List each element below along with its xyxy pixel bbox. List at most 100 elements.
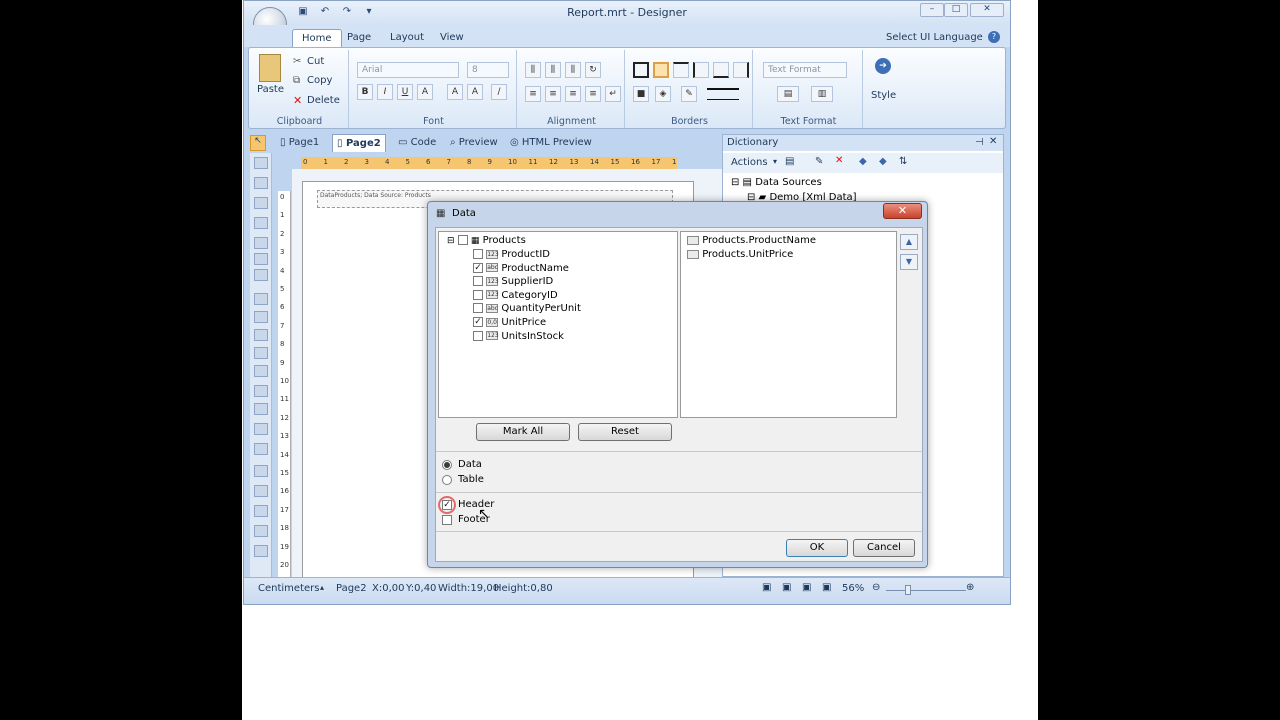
top-border-icon[interactable] xyxy=(673,62,689,78)
border-style-icon[interactable] xyxy=(707,88,739,100)
align-right-icon[interactable]: ≡ xyxy=(565,86,581,102)
field-checkbox[interactable] xyxy=(473,289,483,300)
tree-data-sources[interactable]: ⊟ ▤ Data Sources xyxy=(731,177,822,188)
justify-icon[interactable]: ≡ xyxy=(585,86,601,102)
toolbox-item-icon[interactable] xyxy=(254,347,268,359)
dialog-close-button[interactable]: ✕ xyxy=(883,203,922,219)
clear-format-icon[interactable]: ∕ xyxy=(491,84,507,100)
tab-page2[interactable]: ▯ Page2 xyxy=(332,134,386,152)
fill-color-icon[interactable]: ◈ xyxy=(655,86,671,102)
field-row[interactable]: 123 CategoryID xyxy=(473,289,558,303)
toolbox-item-icon[interactable] xyxy=(254,293,268,305)
format-icon[interactable]: ▤ xyxy=(777,86,799,102)
tab-layout[interactable]: Layout xyxy=(381,29,433,47)
units-dropdown-icon[interactable]: ▴ xyxy=(320,583,324,592)
toolbox-item-icon[interactable] xyxy=(254,545,268,557)
move-up-button[interactable]: ▲ xyxy=(900,234,918,250)
new-item-icon[interactable]: ▤ xyxy=(785,156,794,167)
save-icon[interactable]: ▣ xyxy=(296,6,310,20)
field-checkbox[interactable]: ✓ xyxy=(473,262,483,273)
dictionary-bottom-tab[interactable]: ree xyxy=(929,561,945,572)
tab-code[interactable]: ▭ Code xyxy=(394,134,440,152)
word-wrap-icon[interactable]: ↵ xyxy=(605,86,621,102)
close-panel-icon[interactable]: ✕ xyxy=(989,136,997,147)
toolbox-item-icon[interactable] xyxy=(254,329,268,341)
select-tool-icon[interactable]: ↖ xyxy=(250,135,266,151)
toolbox-item-icon[interactable] xyxy=(254,157,268,169)
field-row[interactable]: 123 ProductID xyxy=(473,249,550,262)
edit-icon[interactable]: ✎ xyxy=(815,156,823,167)
tab-preview[interactable]: ⌕ Preview xyxy=(446,134,502,152)
actions-menu[interactable]: Actions xyxy=(731,157,768,168)
collapse-icon[interactable]: ⊟ xyxy=(447,236,455,246)
close-window-button[interactable]: ✕ xyxy=(970,3,1004,17)
italic-icon[interactable]: I xyxy=(377,84,393,100)
undo-icon[interactable]: ↶ xyxy=(318,6,332,20)
toolbox-item-icon[interactable] xyxy=(254,177,268,189)
radio-data[interactable] xyxy=(442,460,452,470)
cancel-button[interactable]: Cancel xyxy=(853,539,915,557)
toolbox-item-icon[interactable] xyxy=(254,505,268,517)
shrink-font-icon[interactable]: A xyxy=(467,84,483,100)
zoom-slider[interactable] xyxy=(886,590,966,591)
toolbox-item-icon[interactable] xyxy=(254,423,268,435)
field-row[interactable]: 123 SupplierID xyxy=(473,276,553,289)
toolbox-item-icon[interactable] xyxy=(254,365,268,377)
font-color-icon[interactable]: A xyxy=(417,84,433,100)
field-checkbox[interactable] xyxy=(473,249,483,259)
toolbox-item-icon[interactable] xyxy=(254,197,268,209)
field-row[interactable]: 123 UnitsInStock xyxy=(473,330,564,344)
align-middle-icon[interactable]: ⫼ xyxy=(545,62,561,78)
border-color-icon[interactable]: ✎ xyxy=(681,86,697,102)
move-down-button[interactable]: ▼ xyxy=(900,254,918,270)
zoom-slider-thumb[interactable] xyxy=(905,585,911,595)
left-border-icon[interactable] xyxy=(693,62,709,78)
field-row[interactable]: abc QuantityPerUnit xyxy=(473,303,581,316)
toolbox-item-icon[interactable] xyxy=(254,253,268,265)
tab-home[interactable]: Home xyxy=(292,29,342,47)
text-format-combo[interactable]: Text Format xyxy=(763,62,847,78)
pin-icon[interactable]: ⊣ xyxy=(975,137,984,148)
page-height-icon[interactable]: ▣ xyxy=(782,582,791,593)
maximize-button[interactable]: □ xyxy=(944,3,968,17)
ok-button[interactable]: OK xyxy=(786,539,848,557)
toolbox-item-icon[interactable] xyxy=(254,465,268,477)
selected-item[interactable]: Products.ProductName xyxy=(687,235,816,248)
units-selector[interactable]: Centimeters xyxy=(258,583,319,594)
bold-icon[interactable]: B xyxy=(357,84,373,100)
page-layout-icon[interactable]: ▣ xyxy=(762,582,771,593)
align-center-icon[interactable]: ≡ xyxy=(545,86,561,102)
shadow-icon[interactable]: ■ xyxy=(633,86,649,102)
tab-view[interactable]: View xyxy=(431,29,473,47)
redo-icon[interactable]: ↷ xyxy=(340,6,354,20)
delete-item-icon[interactable]: ✕ xyxy=(835,155,843,166)
toolbox-item-icon[interactable] xyxy=(254,217,268,229)
reset-button[interactable]: Reset xyxy=(578,423,672,441)
help-icon[interactable]: ? xyxy=(988,31,1000,43)
footer-checkbox[interactable] xyxy=(442,515,452,525)
minimize-button[interactable]: – xyxy=(920,3,944,17)
font-size-combo[interactable]: 8 xyxy=(467,62,509,78)
select-ui-language[interactable]: Select UI Language xyxy=(886,32,983,43)
zoom-in-icon[interactable]: ⊕ xyxy=(966,582,974,593)
align-bottom-icon[interactable]: ⫼ xyxy=(565,62,581,78)
rotate-icon[interactable]: ↻ xyxy=(585,62,601,78)
root-checkbox[interactable] xyxy=(457,235,468,245)
toolbox-item-icon[interactable] xyxy=(254,525,268,537)
toolbox-item-icon[interactable] xyxy=(254,385,268,397)
toolbox-item-icon[interactable] xyxy=(254,311,268,323)
tab-page[interactable]: Page xyxy=(338,29,380,47)
style-button[interactable]: Style xyxy=(871,90,896,106)
copy-button[interactable]: Copy xyxy=(307,75,332,91)
delete-button[interactable]: Delete xyxy=(307,95,340,111)
underline-icon[interactable]: U xyxy=(397,84,413,100)
move-up-icon[interactable]: ◆ xyxy=(859,156,867,167)
field-row[interactable]: ✓ 0,0 UnitPrice xyxy=(473,317,546,330)
actions-dropdown-icon[interactable]: ▾ xyxy=(773,157,777,166)
whole-page-icon[interactable]: ▣ xyxy=(802,582,811,593)
selected-item[interactable]: Products.UnitPrice xyxy=(687,249,793,262)
quick-access-menu-icon[interactable]: ▾ xyxy=(362,6,376,20)
toolbox-item-icon[interactable] xyxy=(254,485,268,497)
align-top-icon[interactable]: ⫼ xyxy=(525,62,541,78)
move-down-icon[interactable]: ◆ xyxy=(879,156,887,167)
